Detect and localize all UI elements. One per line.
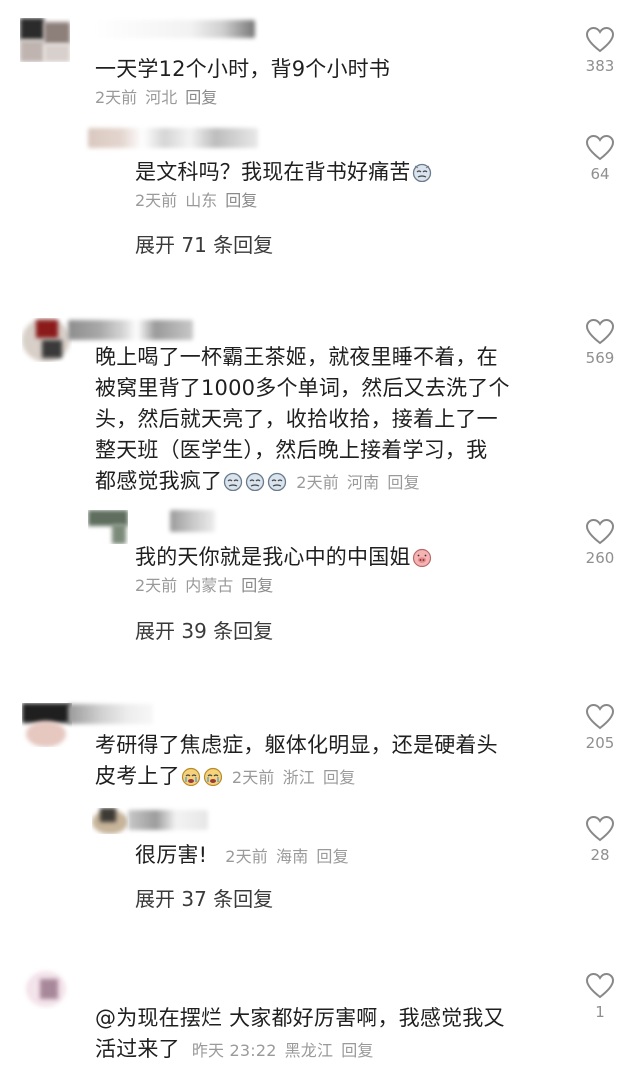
reply-username[interactable] — [170, 510, 215, 532]
avatar[interactable] — [22, 965, 72, 1009]
comment-location: 河南 — [346, 473, 380, 492]
reply-location: 海南 — [276, 847, 309, 866]
pig-face-icon — [412, 548, 431, 567]
crying-face-icon — [203, 767, 222, 786]
avatar[interactable] — [22, 703, 72, 747]
crying-face-icon — [224, 472, 243, 491]
crying-face-icon — [181, 767, 200, 786]
expand-replies-button[interactable]: 展开 71 条回复 — [135, 231, 273, 259]
heart-icon — [585, 703, 615, 730]
reply-username[interactable] — [88, 128, 258, 148]
heart-icon — [585, 318, 615, 345]
reply-button[interactable]: 回复 — [225, 191, 257, 210]
reply-meta: 2天前 山东 回复 — [135, 190, 265, 212]
avatar[interactable] — [20, 18, 70, 62]
like-count: 1 — [595, 1003, 605, 1021]
reply-button[interactable]: 回复 — [316, 847, 348, 866]
like-button[interactable]: 64 — [575, 134, 625, 184]
like-count: 383 — [585, 57, 615, 75]
crying-face-icon — [246, 472, 265, 491]
expand-replies-button[interactable]: 展开 39 条回复 — [135, 617, 273, 645]
username[interactable] — [68, 320, 193, 340]
reply-date: 2天前 — [135, 191, 178, 210]
like-count: 28 — [590, 846, 610, 864]
reply-button[interactable]: 回复 — [241, 576, 273, 595]
crying-face-icon — [412, 163, 431, 182]
reply-date: 2天前 — [135, 576, 178, 595]
reply-button[interactable]: 回复 — [341, 1041, 373, 1060]
avatar[interactable] — [22, 318, 72, 362]
like-count: 260 — [585, 549, 615, 567]
like-button[interactable]: 205 — [575, 703, 625, 753]
username[interactable] — [68, 704, 153, 724]
comment-date: 2天前 — [95, 88, 138, 107]
heart-icon — [585, 815, 615, 842]
comment-location: 河北 — [145, 88, 178, 107]
reply-location: 山东 — [185, 191, 218, 210]
like-count: 569 — [585, 349, 615, 367]
like-button[interactable]: 1 — [575, 972, 625, 1022]
comment-date: 昨天 23:22 — [191, 1041, 277, 1060]
heart-icon — [585, 972, 615, 999]
expand-replies-button[interactable]: 展开 37 条回复 — [135, 885, 273, 913]
reply-button[interactable]: 回复 — [323, 768, 355, 787]
like-button[interactable]: 260 — [575, 518, 625, 568]
heart-icon — [585, 26, 615, 53]
like-button[interactable]: 383 — [575, 26, 625, 76]
like-count: 205 — [585, 734, 615, 752]
username[interactable] — [95, 20, 255, 38]
reply-username[interactable] — [128, 810, 208, 830]
comment-location: 浙江 — [282, 768, 315, 787]
crying-face-icon — [268, 472, 287, 491]
like-button[interactable]: 28 — [575, 815, 625, 865]
like-button[interactable]: 569 — [575, 318, 625, 368]
reply-text: 很厉害! 2天前 海南 回复 — [135, 843, 349, 867]
comment-text: 晚上喝了一杯霸王茶姬，就夜里睡不着，在 被窝里背了1000多个单词，然后又去洗了… — [95, 345, 510, 493]
reply-button[interactable]: 回复 — [185, 88, 217, 107]
reply-meta: 2天前 内蒙古 回复 — [135, 575, 281, 597]
reply-avatar[interactable] — [92, 808, 128, 834]
reply-location: 内蒙古 — [185, 576, 234, 595]
comment-text: 考研得了焦虑症，躯体化明显，还是硬着头 皮考上了 2天前 浙江 回复 — [95, 733, 498, 788]
comment-text: 一天学12个小时，背9个小时书 — [95, 57, 391, 81]
comment-location: 黑龙江 — [284, 1041, 334, 1060]
reply-text: 是文科吗？我现在背书好痛苦 — [135, 157, 433, 188]
reply-date: 2天前 — [225, 847, 268, 866]
reply-button[interactable]: 回复 — [387, 473, 419, 492]
reply-text: 我的天你就是我心中的中国姐 — [135, 542, 433, 573]
reply-avatar[interactable] — [88, 510, 128, 544]
like-count: 64 — [590, 165, 610, 183]
comment-meta: 2天前 河北 回复 — [95, 87, 225, 109]
comment-text: @为现在摆烂 大家都好厉害啊，我感觉我又 活过来了 昨天 23:22 黑龙江 回复 — [95, 1006, 505, 1061]
comment-date: 2天前 — [296, 473, 339, 492]
heart-icon — [585, 134, 615, 161]
heart-icon — [585, 518, 615, 545]
comment-date: 2天前 — [231, 768, 275, 787]
